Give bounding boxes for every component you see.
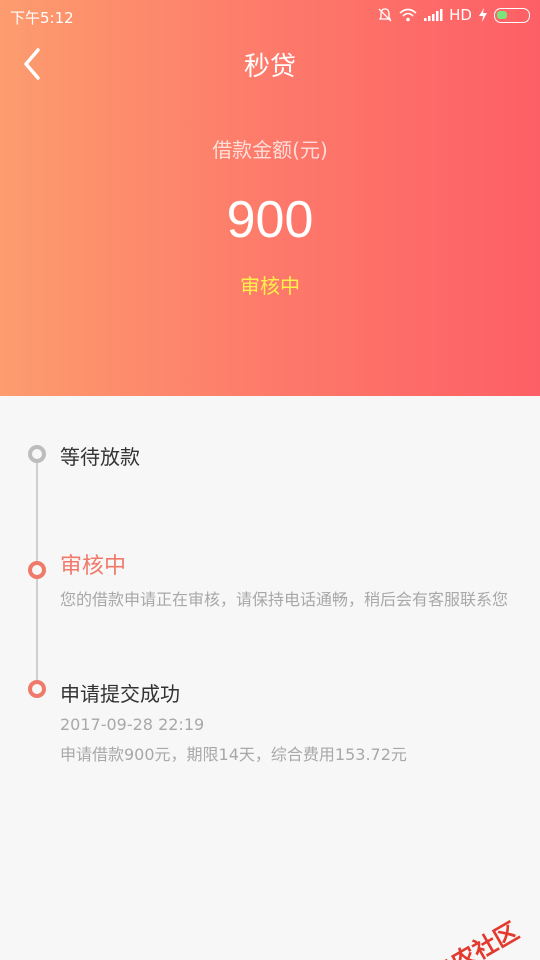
status-icons: HD bbox=[377, 6, 530, 24]
step-title-waiting: 等待放款 bbox=[60, 445, 140, 469]
watermark-text: 卡农社区 bbox=[426, 916, 524, 960]
signal-icon bbox=[424, 9, 443, 21]
charging-icon bbox=[479, 8, 487, 22]
step-desc-submitted: 申请借款900元，期限14天，综合费用153.72元 bbox=[60, 745, 407, 764]
mute-bell-icon bbox=[378, 8, 392, 22]
network-type: HD bbox=[449, 6, 472, 24]
timeline-dot-waiting bbox=[28, 445, 46, 463]
battery-icon bbox=[494, 7, 530, 23]
header: 下午5:12 HD 秒贷 借款金额(元) 900 审核中 bbox=[0, 0, 540, 396]
timeline-dot-reviewing bbox=[28, 561, 46, 579]
amount-label: 借款金额(元) bbox=[212, 138, 328, 162]
watermark: 卡农社区 bbox=[396, 912, 524, 960]
page-title: 秒贷 bbox=[243, 52, 296, 82]
status-time: 下午5:12 bbox=[10, 9, 74, 27]
wifi-icon bbox=[399, 8, 417, 22]
loan-amount: 900 bbox=[226, 191, 314, 249]
step-title-submitted: 申请提交成功 bbox=[60, 682, 180, 706]
timeline-dot-submitted bbox=[28, 680, 46, 698]
step-desc-reviewing: 您的借款申请正在审核，请保持电话通畅，稍后会有客服联系您 bbox=[60, 590, 509, 609]
loan-status: 审核中 bbox=[240, 274, 300, 298]
step-time-submitted: 2017-09-28 22:19 bbox=[60, 715, 205, 734]
step-title-reviewing: 审核中 bbox=[60, 554, 127, 579]
status-bar: 下午5:12 HD bbox=[0, 0, 540, 32]
